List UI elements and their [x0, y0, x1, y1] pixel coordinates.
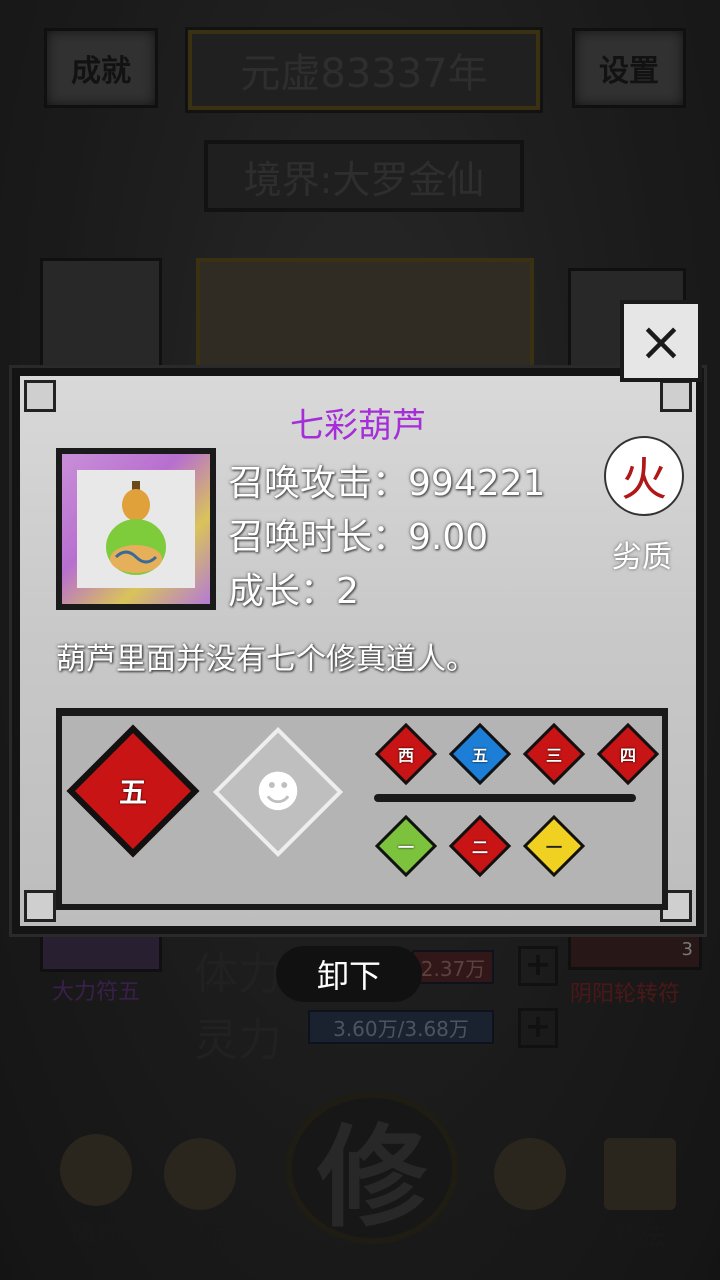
skill-small-7[interactable]: 一 [522, 814, 586, 878]
element-text: 火 [621, 452, 667, 506]
divider [374, 794, 636, 802]
close-icon: × [638, 309, 684, 373]
summon-duration: 召唤时长：9.00 [228, 517, 489, 558]
corner-ornament [24, 890, 56, 922]
skill-small-4[interactable]: 四 [596, 722, 660, 786]
item-detail-modal: 七彩葫芦 召唤攻击：994221 召唤时长：9.00 成长：2 火 劣质 葫芦里… [12, 368, 704, 934]
skill-small-3-text: 三 [545, 746, 562, 765]
skill-big-2[interactable]: ☻ [212, 726, 344, 858]
close-button[interactable]: × [620, 300, 702, 382]
quality-label: 劣质 [612, 540, 672, 575]
unequip-label: 卸下 [316, 957, 381, 995]
skill-big-1-text: 五 [118, 776, 147, 809]
skill-small-7-text: 一 [545, 838, 562, 857]
skill-small-5[interactable]: 一 [374, 814, 438, 878]
skill-small-1-text: 西 [397, 746, 414, 765]
unequip-button[interactable]: 卸下 [276, 946, 422, 1002]
skill-panel: 五 ☻ 西 五 三 四 一 二 一 [56, 708, 668, 910]
skill-small-6-text: 二 [471, 838, 488, 857]
skill-big-1[interactable]: 五 [66, 724, 200, 858]
summon-attack: 召唤攻击：994221 [228, 463, 546, 504]
skill-small-1[interactable]: 西 [374, 722, 438, 786]
skill-small-5-text: 一 [397, 838, 414, 857]
skill-small-3[interactable]: 三 [522, 722, 586, 786]
item-title: 七彩葫芦 [290, 406, 426, 446]
skill-small-4-text: 四 [619, 746, 636, 765]
demon-cat-icon: ☻ [255, 766, 301, 818]
skill-small-2[interactable]: 五 [448, 722, 512, 786]
skill-small-6[interactable]: 二 [448, 814, 512, 878]
item-description: 葫芦里面并没有七个修真道人。 [56, 642, 476, 677]
fire-element-badge: 火 [604, 436, 684, 516]
growth: 成长：2 [228, 571, 359, 612]
gourd-icon [77, 470, 195, 588]
item-icon-frame [56, 448, 216, 610]
skill-small-2-text: 五 [471, 746, 488, 765]
